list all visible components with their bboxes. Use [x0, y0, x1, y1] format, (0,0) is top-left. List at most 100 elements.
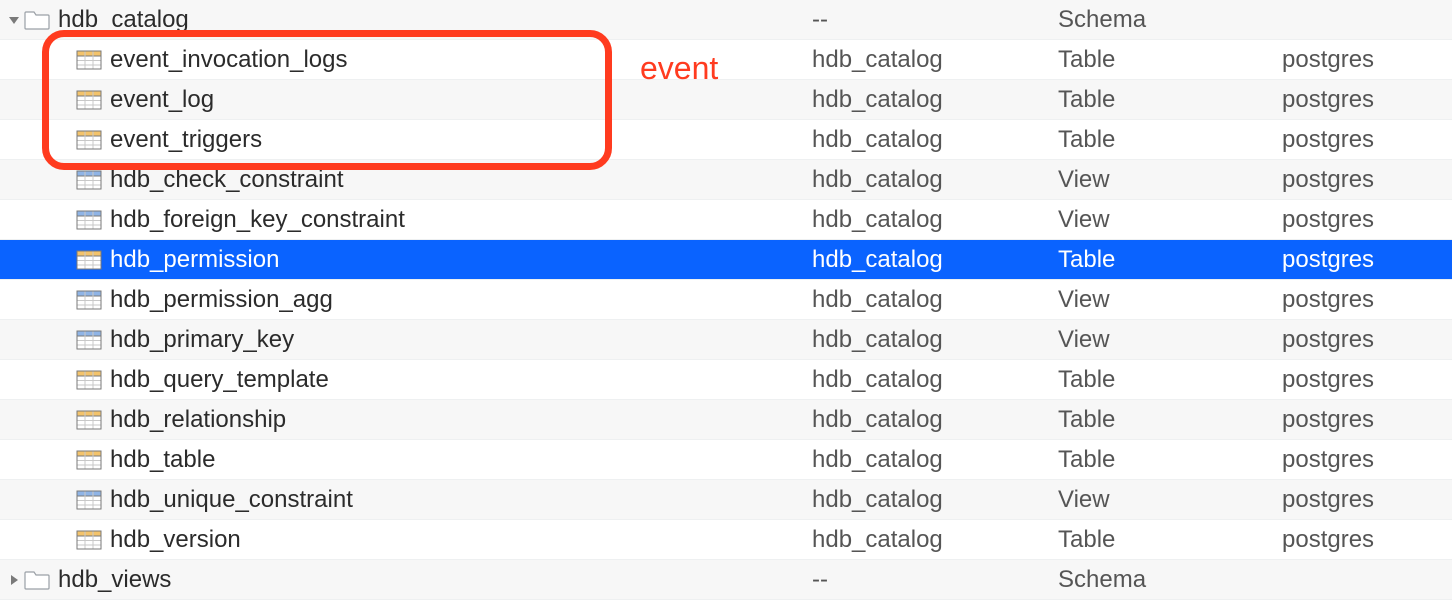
- name-cell[interactable]: event_log: [0, 86, 812, 114]
- disclosure-placeholder: [58, 412, 74, 428]
- name-cell[interactable]: hdb_foreign_key_constraint: [0, 206, 812, 234]
- tree-row[interactable]: hdb_primary_keyhdb_catalogViewpostgres: [0, 320, 1452, 360]
- tree-row[interactable]: hdb_foreign_key_constrainthdb_catalogVie…: [0, 200, 1452, 240]
- owner-cell: postgres: [1282, 126, 1452, 154]
- object-name: hdb_check_constraint: [110, 166, 343, 194]
- table-icon: [76, 49, 102, 71]
- tree-row[interactable]: hdb_check_constrainthdb_catalogViewpostg…: [0, 160, 1452, 200]
- kind-cell: View: [1058, 486, 1282, 514]
- kind-cell: Table: [1058, 366, 1282, 394]
- object-name: hdb_foreign_key_constraint: [110, 206, 405, 234]
- view-icon: [76, 489, 102, 511]
- object-name: event_triggers: [110, 126, 262, 154]
- object-name: hdb_permission_agg: [110, 286, 333, 314]
- folder-icon: [24, 9, 50, 31]
- schema-cell: hdb_catalog: [812, 206, 1058, 234]
- tree-row[interactable]: hdb_tablehdb_catalogTablepostgres: [0, 440, 1452, 480]
- kind-cell: Table: [1058, 246, 1282, 274]
- name-cell[interactable]: hdb_check_constraint: [0, 166, 812, 194]
- owner-cell: postgres: [1282, 366, 1452, 394]
- table-icon: [76, 449, 102, 471]
- tree-row[interactable]: hdb_query_template hdb_catalogTablepostgr…: [0, 360, 1452, 400]
- tree-row[interactable]: event_invocation_logs hdb_catalogTablepos…: [0, 40, 1452, 80]
- name-cell[interactable]: hdb_unique_constraint: [0, 486, 812, 514]
- name-cell[interactable]: hdb_catalog: [0, 6, 812, 34]
- table-icon: [76, 129, 102, 151]
- chevron-down-icon[interactable]: [6, 12, 22, 28]
- disclosure-placeholder: [58, 532, 74, 548]
- schema-cell: hdb_catalog: [812, 366, 1058, 394]
- object-name: hdb_permission: [110, 246, 279, 274]
- view-icon: [76, 289, 102, 311]
- name-cell[interactable]: hdb_table: [0, 446, 812, 474]
- owner-cell: postgres: [1282, 246, 1452, 274]
- name-cell[interactable]: hdb_permission_agg: [0, 286, 812, 314]
- disclosure-placeholder: [58, 172, 74, 188]
- tree-row[interactable]: hdb_unique_constrainthdb_catalogViewpost…: [0, 480, 1452, 520]
- disclosure-placeholder: [58, 252, 74, 268]
- table-icon: [76, 369, 102, 391]
- tree-row[interactable]: hdb_views--Schema: [0, 560, 1452, 600]
- owner-cell: postgres: [1282, 406, 1452, 434]
- table-icon: [76, 249, 102, 271]
- schema-cell: hdb_catalog: [812, 326, 1058, 354]
- tree-row[interactable]: hdb_permission_agghdb_catalogViewpostgre…: [0, 280, 1452, 320]
- disclosure-placeholder: [58, 492, 74, 508]
- name-cell[interactable]: hdb_relationship: [0, 406, 812, 434]
- name-cell[interactable]: hdb_permission: [0, 246, 812, 274]
- kind-cell: Table: [1058, 526, 1282, 554]
- table-icon: [76, 409, 102, 431]
- owner-cell: postgres: [1282, 286, 1452, 314]
- schema-cell: hdb_catalog: [812, 446, 1058, 474]
- owner-cell: postgres: [1282, 486, 1452, 514]
- tree-row[interactable]: hdb_permission hdb_catalogTablepostgres: [0, 240, 1452, 280]
- object-name: hdb_relationship: [110, 406, 286, 434]
- view-icon: [76, 209, 102, 231]
- object-name: event_invocation_logs: [110, 46, 348, 74]
- schema-cell: hdb_catalog: [812, 486, 1058, 514]
- name-cell[interactable]: hdb_query_template: [0, 366, 812, 394]
- tree-row[interactable]: hdb_catalog--Schema: [0, 0, 1452, 40]
- kind-cell: Table: [1058, 46, 1282, 74]
- owner-cell: postgres: [1282, 46, 1452, 74]
- owner-cell: postgres: [1282, 326, 1452, 354]
- owner-cell: postgres: [1282, 86, 1452, 114]
- folder-icon: [24, 569, 50, 591]
- schema-cell: hdb_catalog: [812, 286, 1058, 314]
- tree-row[interactable]: event_triggershdb_catalogTablepostgres: [0, 120, 1452, 160]
- schema-cell: hdb_catalog: [812, 46, 1058, 74]
- object-name: hdb_query_template: [110, 366, 329, 394]
- name-cell[interactable]: event_triggers: [0, 126, 812, 154]
- object-name: hdb_primary_key: [110, 326, 294, 354]
- owner-cell: postgres: [1282, 526, 1452, 554]
- name-cell[interactable]: hdb_version: [0, 526, 812, 554]
- name-cell[interactable]: event_invocation_logs: [0, 46, 812, 74]
- name-cell[interactable]: hdb_primary_key: [0, 326, 812, 354]
- object-name: hdb_version: [110, 526, 241, 554]
- disclosure-placeholder: [58, 332, 74, 348]
- object-name: hdb_table: [110, 446, 215, 474]
- disclosure-placeholder: [58, 52, 74, 68]
- view-icon: [76, 169, 102, 191]
- schema-cell: hdb_catalog: [812, 246, 1058, 274]
- disclosure-placeholder: [58, 132, 74, 148]
- tree-row[interactable]: hdb_versionhdb_catalogTablepostgres: [0, 520, 1452, 560]
- view-icon: [76, 329, 102, 351]
- tree-row[interactable]: event_loghdb_catalogTablepostgres: [0, 80, 1452, 120]
- table-icon: [76, 89, 102, 111]
- disclosure-placeholder: [58, 292, 74, 308]
- owner-cell: postgres: [1282, 206, 1452, 234]
- chevron-right-icon[interactable]: [6, 572, 22, 588]
- owner-cell: postgres: [1282, 446, 1452, 474]
- kind-cell: Schema: [1058, 566, 1282, 594]
- schema-cell: hdb_catalog: [812, 166, 1058, 194]
- schema-cell: hdb_catalog: [812, 126, 1058, 154]
- disclosure-placeholder: [58, 92, 74, 108]
- object-name: hdb_catalog: [58, 6, 189, 34]
- kind-cell: View: [1058, 166, 1282, 194]
- db-object-tree: hdb_catalog--Schema event_invocation_log…: [0, 0, 1452, 600]
- name-cell[interactable]: hdb_views: [0, 566, 812, 594]
- tree-row[interactable]: hdb_relationshiphdb_catalogTablepostgres: [0, 400, 1452, 440]
- table-icon: [76, 529, 102, 551]
- kind-cell: Table: [1058, 86, 1282, 114]
